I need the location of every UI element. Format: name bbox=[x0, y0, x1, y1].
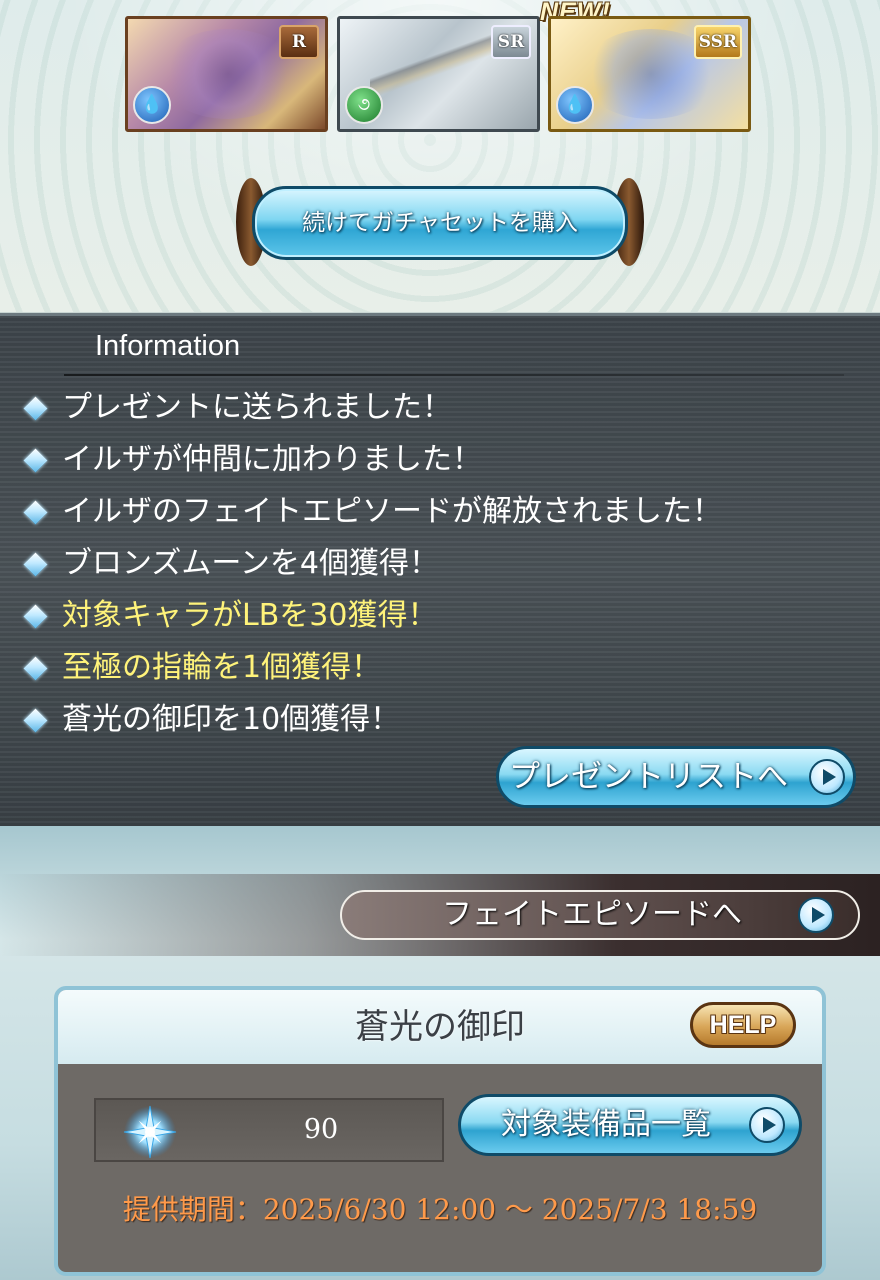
play-arrow-icon bbox=[809, 759, 845, 795]
info-text: イルザのフェイトエピソードが解放されました！ bbox=[62, 494, 722, 529]
info-text: 至極の指輪を1個獲得！ bbox=[62, 650, 382, 685]
rarity-badge-r: R bbox=[279, 25, 319, 59]
help-button[interactable]: HELP bbox=[690, 1002, 796, 1048]
result-card-weapon[interactable]: SR ૭ bbox=[337, 16, 540, 132]
character-art bbox=[158, 29, 298, 119]
present-list-label: プレゼントリストへ bbox=[509, 759, 788, 795]
wind-element-icon: ૭ bbox=[345, 86, 383, 124]
equipment-list-button[interactable]: 対象装備品一覧 bbox=[458, 1094, 802, 1156]
rarity-badge-sr: SR bbox=[491, 25, 531, 59]
list-item-highlight: 至極の指輪を1個獲得！ bbox=[22, 644, 722, 696]
diamond-bullet-icon bbox=[23, 604, 48, 629]
information-panel: Information プレゼントに送られました！ イルザが仲間に加わりました！… bbox=[0, 313, 880, 829]
diamond-bullet-icon bbox=[23, 708, 48, 733]
continue-purchase-button[interactable]: 続けてガチャセットを購入 bbox=[236, 176, 644, 270]
info-text: 蒼光の御印を10個獲得！ bbox=[62, 702, 401, 737]
weapon-art bbox=[370, 29, 510, 119]
list-item: ブロンズムーンを4個獲得！ bbox=[22, 540, 722, 592]
diamond-bullet-icon bbox=[23, 552, 48, 577]
information-title: Information bbox=[95, 330, 241, 362]
continue-purchase-label: 続けてガチャセットを購入 bbox=[252, 186, 628, 260]
play-arrow-icon bbox=[749, 1107, 785, 1143]
seal-panel: 蒼光の御印 HELP 90 対象装備品一覧 提供期間：2025/6/30 12:… bbox=[54, 986, 826, 1276]
present-list-button[interactable]: プレゼントリストへ bbox=[496, 746, 856, 808]
fate-episode-button[interactable]: フェイトエピソードへ bbox=[340, 890, 860, 940]
list-item: プレゼントに送られました！ bbox=[22, 384, 722, 436]
list-item-highlight: 対象キャラがLBを30獲得！ bbox=[22, 592, 722, 644]
info-text: ブロンズムーンを4個獲得！ bbox=[62, 546, 439, 581]
list-item: 蒼光の御印を10個獲得！ bbox=[22, 696, 722, 748]
equipment-list-label: 対象装備品一覧 bbox=[501, 1107, 711, 1142]
offer-period: 提供期間：2025/6/30 12:00 ～ 2025/7/3 18:59 bbox=[122, 1193, 758, 1226]
lower-area: フェイトエピソードへ 蒼光の御印 HELP 90 対象装備品一覧 提供期間：20… bbox=[0, 826, 880, 1280]
water-element-icon: 💧 bbox=[556, 86, 594, 124]
diamond-bullet-icon bbox=[23, 656, 48, 681]
list-item: イルザのフェイトエピソードが解放されました！ bbox=[22, 488, 722, 540]
seal-count-box: 90 bbox=[94, 1098, 444, 1162]
seal-panel-header: 蒼光の御印 HELP bbox=[58, 990, 822, 1064]
play-arrow-icon bbox=[798, 897, 834, 933]
info-text: 対象キャラがLBを30獲得！ bbox=[62, 598, 438, 633]
gacha-result-area: R 💧 SR ૭ NEW! SSR 💧 続けてガチャセットを購入 bbox=[0, 0, 880, 314]
result-card-summon[interactable]: SSR 💧 bbox=[548, 16, 751, 132]
diamond-bullet-icon bbox=[23, 500, 48, 525]
list-item: イルザが仲間に加わりました！ bbox=[22, 436, 722, 488]
water-element-icon: 💧 bbox=[133, 86, 171, 124]
fate-episode-strip: フェイトエピソードへ bbox=[0, 874, 880, 956]
info-text: プレゼントに送られました！ bbox=[62, 390, 452, 425]
diamond-bullet-icon bbox=[23, 396, 48, 421]
divider bbox=[64, 374, 844, 376]
seal-count: 90 bbox=[303, 1114, 339, 1145]
info-text: イルザが仲間に加わりました！ bbox=[62, 442, 482, 477]
fate-episode-label: フェイトエピソードへ bbox=[442, 897, 742, 932]
result-card-character[interactable]: R 💧 bbox=[125, 16, 328, 132]
rarity-badge-ssr: SSR bbox=[693, 25, 742, 59]
diamond-bullet-icon bbox=[23, 448, 48, 473]
information-list: プレゼントに送られました！ イルザが仲間に加わりました！ イルザのフェイトエピソ… bbox=[22, 384, 722, 748]
blue-seal-icon bbox=[123, 1105, 177, 1159]
